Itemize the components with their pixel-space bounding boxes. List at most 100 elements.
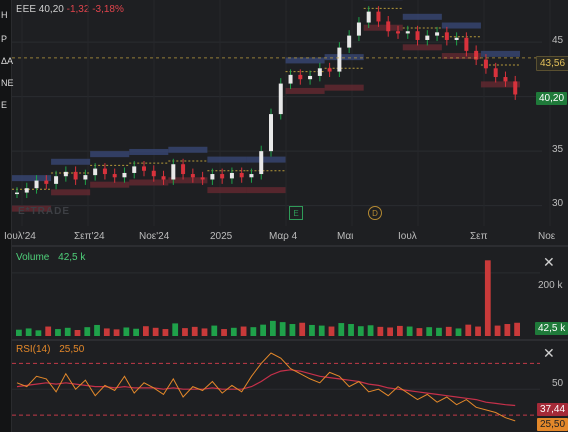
- candle-body: [161, 176, 166, 180]
- volume-bar: [338, 323, 345, 336]
- candle-body: [337, 47, 342, 72]
- sidebar-item-5[interactable]: Ε: [0, 100, 12, 110]
- range-band-lower: [285, 87, 325, 94]
- sidebar-item-1[interactable]: Η: [0, 10, 12, 20]
- volume-bar: [465, 324, 472, 336]
- volume-bar: [191, 326, 198, 336]
- volume-bar: [436, 327, 442, 336]
- candle-body: [220, 174, 225, 179]
- candle-body: [444, 32, 449, 40]
- volume-bar: [299, 322, 306, 336]
- volume-chart[interactable]: [12, 250, 540, 338]
- price-tick: 35: [552, 144, 564, 155]
- volume-bar: [55, 329, 61, 336]
- candle-body: [493, 68, 498, 78]
- prev-close-tag: 43,56: [536, 56, 568, 71]
- candle-body: [513, 81, 518, 95]
- volume-bar: [318, 325, 325, 336]
- candle-body: [259, 151, 264, 175]
- dividend-icon[interactable]: D: [368, 206, 382, 220]
- range-band-upper: [480, 50, 520, 57]
- close-rsi-icon[interactable]: ✕: [543, 346, 555, 360]
- time-label: Μαρ 4: [269, 231, 298, 242]
- time-label: Σεπ: [470, 231, 488, 242]
- time-label: 2025: [210, 231, 233, 242]
- candle-body: [483, 59, 488, 69]
- volume-bar: [289, 324, 296, 336]
- candle-body: [347, 35, 352, 48]
- sidebar-item-4[interactable]: ΝΕ: [0, 78, 14, 88]
- volume-bar: [172, 323, 179, 336]
- candle-body: [269, 114, 273, 152]
- candle-body: [317, 68, 322, 76]
- range-band-lower: [129, 179, 169, 186]
- rsi-tag: 25,50: [537, 418, 568, 431]
- volume-bar: [348, 324, 354, 336]
- time-label: Σεπ'24: [74, 231, 105, 242]
- volume-bar: [504, 324, 511, 336]
- range-band-upper: [129, 148, 169, 155]
- candle-body: [425, 35, 430, 40]
- rsi-tick: 50: [552, 378, 564, 389]
- volume-bar: [64, 327, 71, 336]
- candle-body: [190, 174, 195, 178]
- candle-body: [239, 172, 244, 178]
- candle-body: [142, 166, 146, 171]
- sidebar-item-2[interactable]: Ρ: [0, 34, 12, 44]
- sidebar: Η Ρ ΔΑ ΝΕ Ε: [0, 0, 14, 432]
- volume-bar: [230, 327, 237, 336]
- volume-bar: [16, 329, 22, 336]
- volume-bar: [328, 326, 335, 336]
- candle-body: [73, 171, 78, 180]
- volume-bar: [475, 326, 481, 336]
- range-band-upper: [402, 13, 442, 20]
- rsi-ma-tag: 37,44: [537, 403, 568, 416]
- candle-body: [171, 164, 176, 180]
- volume-bar: [279, 322, 286, 336]
- candle-body: [54, 176, 59, 184]
- candle-body: [405, 31, 410, 34]
- volume-bar: [113, 329, 120, 336]
- close-volume-icon[interactable]: ✕: [543, 255, 555, 269]
- candle-body: [415, 31, 420, 40]
- watermark: E*TRADE: [18, 206, 71, 217]
- volume-bar: [211, 325, 218, 336]
- range-band-upper: [207, 156, 247, 163]
- volume-bar: [377, 326, 384, 336]
- earnings-icon[interactable]: E: [289, 206, 303, 220]
- candle-body: [356, 22, 361, 36]
- volume-bar: [514, 322, 520, 336]
- range-band-lower: [246, 187, 286, 194]
- volume-bar: [387, 327, 393, 336]
- candle-body: [298, 74, 303, 80]
- volume-bar: [250, 327, 257, 336]
- range-band-upper: [12, 175, 52, 182]
- candle-body: [181, 164, 186, 175]
- rsi-chart[interactable]: [12, 340, 540, 432]
- volume-bar: [94, 324, 100, 336]
- volume-bar: [416, 328, 423, 336]
- volume-bar: [25, 328, 32, 336]
- volume-bar: [45, 326, 52, 336]
- pane-divider[interactable]: [12, 245, 568, 247]
- candle-body: [151, 170, 156, 177]
- volume-bar: [84, 327, 91, 336]
- volume-bar: [270, 320, 276, 336]
- candle-body: [454, 37, 459, 40]
- candle-body: [122, 172, 127, 178]
- volume-bar: [240, 326, 247, 336]
- candle-body: [132, 166, 137, 173]
- candle-body: [229, 172, 234, 179]
- candle-body: [210, 174, 215, 180]
- candle-body: [24, 188, 29, 193]
- volume-bar: [123, 327, 130, 336]
- sidebar-item-3[interactable]: ΔΑ: [0, 56, 13, 66]
- candle-body: [396, 31, 400, 34]
- time-label: Ιουλ: [398, 231, 417, 242]
- candle-body: [93, 168, 98, 176]
- price-chart[interactable]: [12, 0, 568, 228]
- volume-bar: [221, 329, 227, 336]
- time-label: Μαι: [337, 231, 354, 242]
- range-band-lower: [363, 24, 403, 31]
- volume-bar: [445, 326, 452, 336]
